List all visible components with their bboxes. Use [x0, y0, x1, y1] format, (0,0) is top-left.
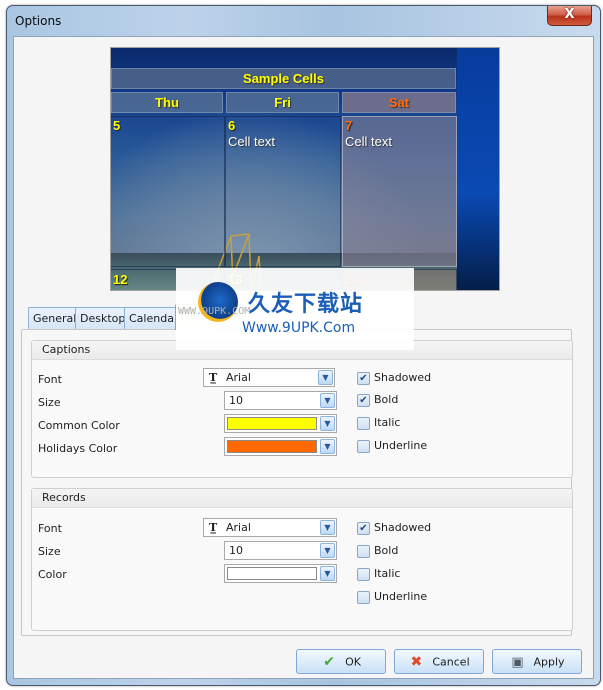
- captions-holidays-color-select[interactable]: ▼: [224, 437, 337, 456]
- chevron-down-icon[interactable]: ▼: [320, 393, 335, 408]
- watermark-url: Www.9UPK.Com: [242, 320, 356, 336]
- checkbox-check-icon: ✔: [357, 371, 370, 385]
- records-group: Records Font T̲ Arial ▼ ✔ Shadowed Size 1…: [31, 488, 573, 631]
- floppy-disk-icon: ▣: [511, 654, 524, 670]
- captions-size-value: 10: [229, 394, 243, 407]
- records-underline-checkbox[interactable]: Underline: [357, 590, 427, 606]
- apply-button[interactable]: ▣ Apply: [492, 649, 582, 674]
- preview-day-header-fri: Fri: [226, 92, 339, 113]
- captions-size-label: Size: [38, 396, 61, 409]
- records-italic-checkbox[interactable]: Italic: [357, 567, 400, 583]
- preview-cell-holiday: 7 Cell text: [342, 116, 457, 267]
- close-icon: X: [564, 7, 575, 22]
- checkbox-box: [357, 544, 370, 558]
- watermark-small-url: WWW.9UPK.COM: [178, 306, 251, 317]
- title-bar[interactable]: Options X: [7, 6, 600, 36]
- records-size-label: Size: [38, 545, 61, 558]
- chevron-down-icon[interactable]: ▼: [320, 439, 335, 454]
- records-size-select[interactable]: 10 ▼: [224, 541, 337, 560]
- preview-cell-day: 7: [345, 118, 353, 133]
- records-size-value: 10: [229, 544, 243, 557]
- fonts-tab-panel: Captions Font T̲ Arial ▼ ✔ Shadowed Size …: [21, 329, 573, 636]
- tab-desktop[interactable]: Desktop: [75, 307, 131, 329]
- records-font-value: Arial: [226, 521, 251, 534]
- captions-common-color-select[interactable]: ▼: [224, 414, 337, 433]
- preview-cell-day: 5: [113, 118, 121, 133]
- watermark-overlay: 久友下载站 Www.9UPK.Com WWW.9UPK.COM: [176, 268, 414, 350]
- records-font-label: Font: [38, 522, 62, 535]
- captions-underline-checkbox[interactable]: Underline: [357, 439, 427, 455]
- window-title: Options: [15, 14, 62, 28]
- chevron-down-icon[interactable]: ▼: [320, 416, 335, 431]
- records-color-label: Color: [38, 568, 67, 581]
- captions-font-select[interactable]: T̲ Arial ▼: [203, 368, 335, 387]
- checkbox-check-icon: ✔: [357, 393, 370, 407]
- captions-font-label: Font: [38, 373, 62, 386]
- tab-general[interactable]: General: [28, 307, 82, 329]
- preview-day-header-thu: Thu: [111, 92, 223, 113]
- chevron-down-icon[interactable]: ▼: [318, 370, 333, 385]
- checkbox-box: [357, 439, 370, 453]
- preview-cell: 6 Cell text: [225, 116, 341, 267]
- records-font-select[interactable]: T̲ Arial ▼: [203, 518, 337, 537]
- close-button[interactable]: X: [547, 6, 592, 26]
- font-type-icon: T̲: [209, 521, 218, 534]
- preview-day-header-sat: Sat: [342, 92, 456, 113]
- records-color-select[interactable]: ▼: [224, 564, 337, 583]
- captions-size-select[interactable]: 10 ▼: [224, 391, 337, 410]
- records-group-title: Records: [32, 489, 572, 508]
- records-shadowed-checkbox[interactable]: ✔ Shadowed: [357, 521, 431, 537]
- cross-icon: ✖: [410, 653, 423, 670]
- preview-cell-day: 6: [228, 118, 236, 133]
- preview-cell: 5: [111, 116, 225, 267]
- preview-cell-text: Cell text: [228, 134, 275, 149]
- records-color-swatch: [227, 567, 317, 580]
- checkbox-box: [357, 590, 370, 604]
- cancel-button[interactable]: ✖ Cancel: [394, 649, 484, 674]
- captions-common-color-label: Common Color: [38, 419, 120, 432]
- font-type-icon: T̲: [209, 371, 218, 384]
- captions-shadowed-checkbox[interactable]: ✔ Shadowed: [357, 371, 431, 387]
- records-bold-checkbox[interactable]: Bold: [357, 544, 398, 560]
- preview-caption-header: Sample Cells: [111, 68, 456, 89]
- dialog-client-area: Sample Cells Thu Fri Sat 5 6 Cell text 7…: [13, 36, 594, 679]
- preview-cell-day: 12: [113, 272, 128, 287]
- common-color-swatch: [227, 417, 317, 430]
- captions-bold-checkbox[interactable]: ✔ Bold: [357, 393, 398, 409]
- checkbox-box: [357, 416, 370, 430]
- captions-group: Captions Font T̲ Arial ▼ ✔ Shadowed Size …: [31, 340, 573, 478]
- watermark-text: 久友下载站: [248, 292, 364, 317]
- chevron-down-icon[interactable]: ▼: [320, 520, 335, 535]
- captions-holidays-color-label: Holidays Color: [38, 442, 118, 455]
- checkmark-icon: ✔: [323, 653, 335, 670]
- preview-cell-text: Cell text: [345, 134, 392, 149]
- captions-font-value: Arial: [226, 371, 251, 384]
- sample-cells-preview: Sample Cells Thu Fri Sat 5 6 Cell text 7…: [110, 47, 500, 291]
- holidays-color-swatch: [227, 440, 317, 453]
- ok-button[interactable]: ✔ OK: [296, 649, 386, 674]
- captions-italic-checkbox[interactable]: Italic: [357, 416, 400, 432]
- checkbox-box: [357, 567, 370, 581]
- checkbox-check-icon: ✔: [357, 521, 370, 535]
- chevron-down-icon[interactable]: ▼: [320, 566, 335, 581]
- chevron-down-icon[interactable]: ▼: [320, 543, 335, 558]
